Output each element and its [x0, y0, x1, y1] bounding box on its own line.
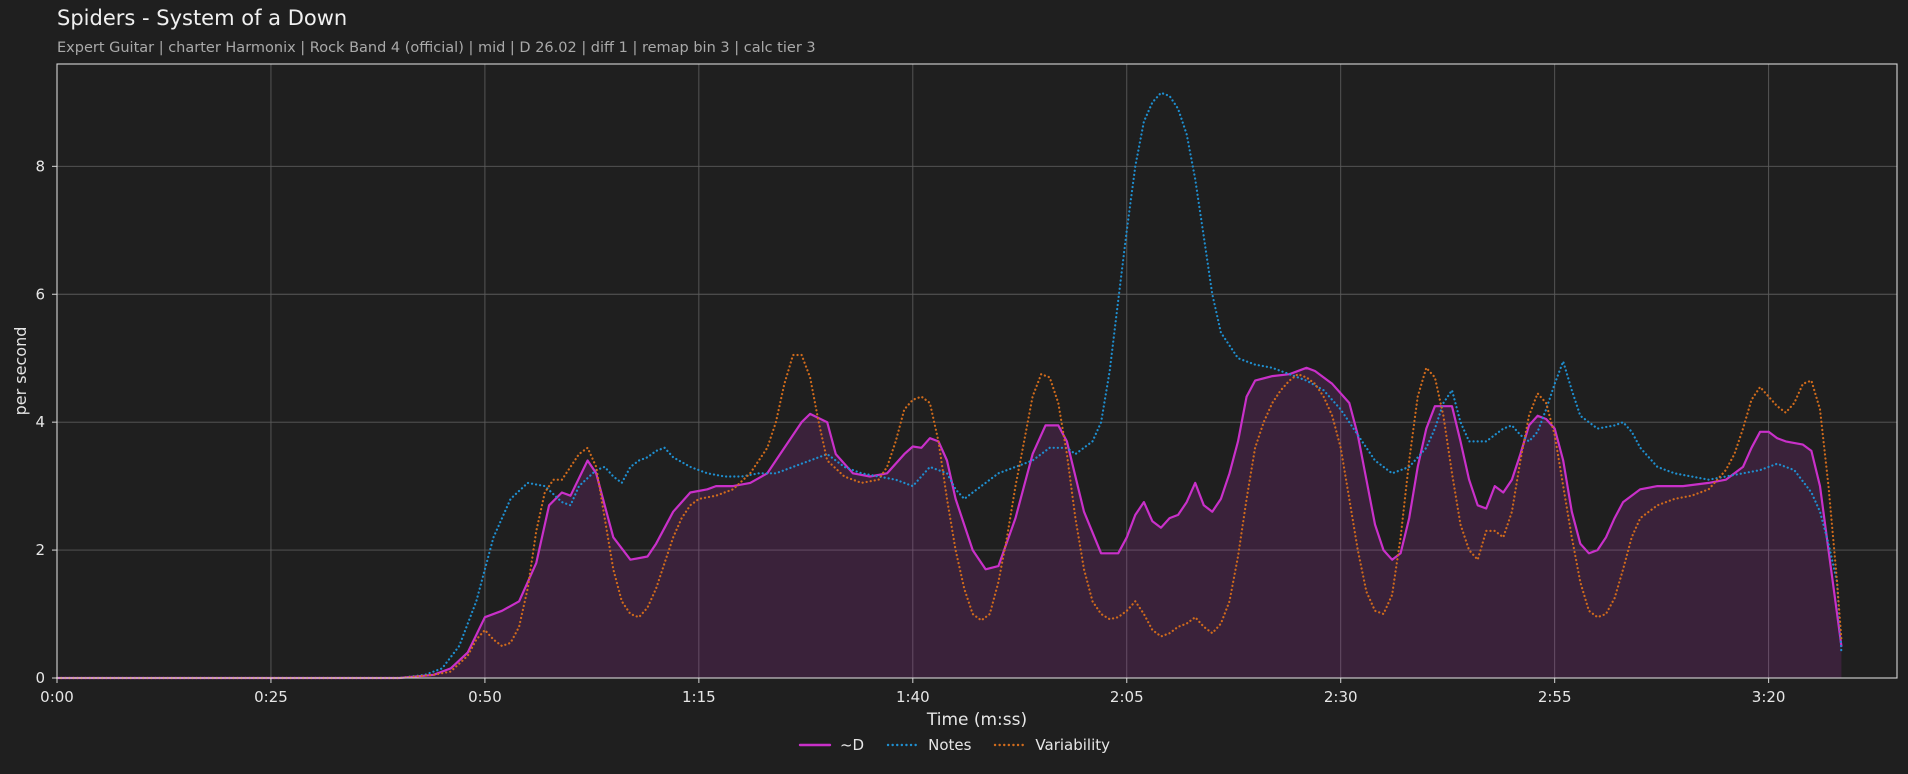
legend-swatch: [798, 743, 832, 747]
y-tick-label: 6: [35, 285, 45, 303]
x-tick-label: 3:20: [1752, 688, 1786, 706]
legend-label: ~D: [839, 736, 865, 754]
x-tick-label: 2:05: [1110, 688, 1144, 706]
legend-label: Variability: [1035, 736, 1111, 754]
x-tick-label: 2:55: [1538, 688, 1572, 706]
legend-item: ~D: [798, 736, 864, 754]
chart-canvas: 0:00 0:25 0:50 1:15 1:40 2:05 2:30 2:55 3:20 0 2 4 6…: [11, 63, 1898, 730]
legend-swatch: [886, 743, 920, 747]
x-axis-label: Time (m:ss): [926, 710, 1027, 730]
y-tick-label: 2: [35, 541, 45, 559]
chart-legend: ~D Notes Variability: [0, 736, 1908, 754]
legend-swatch: [994, 743, 1027, 747]
y-axis-label: per second: [11, 327, 30, 416]
x-tick-label: 0:50: [468, 688, 502, 706]
legend-label: Notes: [928, 736, 972, 754]
x-tick-label: 0:00: [40, 688, 74, 706]
x-tick-label: 1:40: [896, 688, 930, 706]
legend-item: Variability: [993, 736, 1110, 754]
y-tick-label: 4: [35, 413, 45, 431]
x-tick-label: 1:15: [682, 688, 716, 706]
y-tick-label: 0: [35, 669, 45, 687]
legend-item: Notes: [886, 736, 971, 754]
x-tick-label: 0:25: [254, 688, 288, 706]
x-tick-label: 2:30: [1324, 688, 1358, 706]
y-tick-label: 8: [35, 157, 45, 175]
